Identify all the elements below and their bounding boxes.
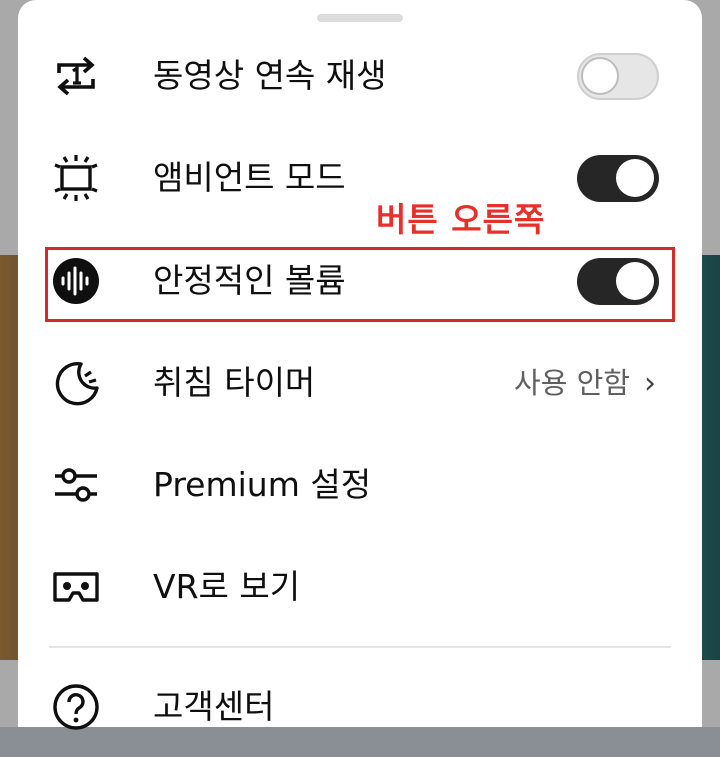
section-divider [49, 646, 671, 648]
menu-item-ambient-mode[interactable]: 앰비언트 모드 [18, 128, 702, 228]
menu-item-label: 동영상 연속 재생 [153, 56, 387, 95]
menu-item-sleep-timer[interactable]: 취침 타이머 사용 안함 › [18, 333, 702, 433]
annotation-label: 버튼 오른쪽 [376, 200, 546, 239]
menu-item-label: 취침 타이머 [153, 363, 316, 402]
autoplay-repeat-icon [49, 49, 103, 103]
vr-headset-icon [49, 560, 103, 614]
sleep-timer-value: 사용 안함 › [514, 363, 656, 404]
sleep-timer-value-text: 사용 안함 [514, 366, 630, 400]
menu-item-premium-settings[interactable]: Premium 설정 [18, 435, 702, 535]
menu-item-help-center[interactable]: 고객센터 [18, 657, 702, 757]
menu-item-label: VR로 보기 [153, 567, 301, 606]
drag-handle[interactable] [317, 14, 403, 22]
sliders-icon [49, 458, 103, 512]
toggle-knob [581, 57, 619, 95]
autoplay-toggle[interactable] [577, 53, 659, 100]
menu-item-label: 앰비언트 모드 [153, 158, 346, 197]
toggle-knob [616, 159, 654, 197]
menu-item-label: Premium 설정 [153, 465, 372, 504]
menu-item-autoplay[interactable]: 동영상 연속 재생 [18, 26, 702, 126]
settings-bottom-sheet: 동영상 연속 재생 앰비언트 모드 안정적인 볼륨 취침 타이머 사용 안함 ›… [18, 0, 702, 730]
highlight-box [45, 247, 675, 322]
chevron-right-icon: › [644, 366, 656, 401]
ambient-mode-toggle[interactable] [577, 155, 659, 202]
ambient-mode-icon [49, 151, 103, 205]
moon-timer-icon [49, 356, 103, 410]
menu-item-label: 고객센터 [153, 687, 275, 726]
menu-item-vr[interactable]: VR로 보기 [18, 537, 702, 637]
help-circle-icon [49, 680, 103, 734]
